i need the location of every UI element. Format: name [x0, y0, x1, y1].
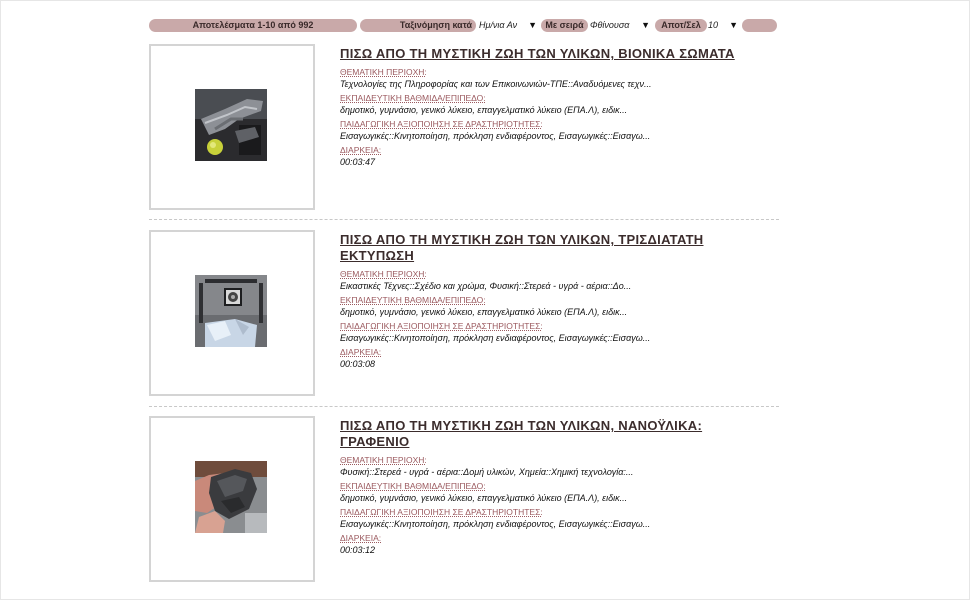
level-value: δημοτικό, γυμνάσιο, γενικό λύκειο, επαγγ…: [340, 493, 628, 503]
use-value: Εισαγωγικές::Κινητοποίηση, πρόκληση ενδι…: [340, 131, 651, 141]
level-value: δημοτικό, γυμνάσιο, γενικό λύκειο, επαγγ…: [340, 307, 628, 317]
sort-label: Ταξινόμηση κατά: [360, 19, 476, 32]
order-label: Με σειρά: [541, 19, 588, 32]
duration-value: 00:03:08: [340, 359, 376, 369]
use-label: ΠΑΙΔΑΓΩΓΙΚΗ ΑΞΙΟΠΟΙΗΣΗ ΣΕ ΔΡΑΣΤΗΡΙΟΤΗΤΕΣ…: [340, 507, 543, 517]
use-value: Εισαγωγικές::Κινητοποίηση, πρόκληση ενδι…: [340, 519, 651, 529]
results-count: Αποτελέσματα 1-10 από 992: [149, 19, 357, 32]
robotic-hand-thumbnail[interactable]: [195, 89, 267, 161]
sort-select[interactable]: Ημ/νια Αν ▼: [479, 19, 539, 32]
chevron-down-icon: ▼: [528, 20, 537, 30]
subject-label: ΘΕΜΑΤΙΚΗ ΠΕΡΙΟΧΗ:: [340, 455, 427, 465]
graphite-rock-thumbnail[interactable]: [195, 461, 267, 533]
result-title-link[interactable]: ΠΙΣΩ ΑΠΟ ΤΗ ΜΥΣΤΙΚΗ ΖΩΗ ΤΩΝ ΥΛΙΚΩΝ, ΝΑΝΟ…: [340, 418, 770, 450]
duration-label: ΔΙΑΡΚΕΙΑ:: [340, 533, 382, 543]
level-label: ΕΚΠΑΙΔΕΥΤΙΚΗ ΒΑΘΜΙΔΑ/ΕΠΙΠΕΔΟ:: [340, 93, 486, 103]
result-thumbnail-frame[interactable]: [149, 44, 315, 210]
subject-value: Εικαστικές Τέχνες::Σχέδιο και χρώμα, Φυσ…: [340, 281, 632, 291]
use-label: ΠΑΙΔΑΓΩΓΙΚΗ ΑΞΙΟΠΟΙΗΣΗ ΣΕ ΔΡΑΣΤΗΡΙΟΤΗΤΕΣ…: [340, 119, 543, 129]
result-info: ΠΙΣΩ ΑΠΟ ΤΗ ΜΥΣΤΙΚΗ ΖΩΗ ΤΩΝ ΥΛΙΚΩΝ, ΝΑΝΟ…: [340, 418, 770, 559]
subject-value: Φυσική::Στερεά - υγρά - αέρια::Δομή υλικ…: [340, 467, 634, 477]
results-toolbar: Αποτελέσματα 1-10 από 992 Ταξινόμηση κατ…: [149, 19, 777, 33]
subject-label: ΘΕΜΑΤΙΚΗ ΠΕΡΙΟΧΗ:: [340, 67, 427, 77]
subject-value: Τεχνολογίες της Πληροφορίας και των Επικ…: [340, 79, 652, 89]
per-page-select[interactable]: 10 ▼: [708, 19, 740, 32]
toolbar-end-cap: [742, 19, 777, 32]
result-item: ΠΙΣΩ ΑΠΟ ΤΗ ΜΥΣΤΙΚΗ ΖΩΗ ΤΩΝ ΥΛΙΚΩΝ, ΤΡΙΣ…: [149, 230, 779, 398]
order-select[interactable]: Φθίνουσα ▼: [590, 19, 652, 32]
order-select-value: Φθίνουσα: [590, 20, 630, 30]
result-info: ΠΙΣΩ ΑΠΟ ΤΗ ΜΥΣΤΙΚΗ ΖΩΗ ΤΩΝ ΥΛΙΚΩΝ, ΤΡΙΣ…: [340, 232, 770, 373]
result-title-link[interactable]: ΠΙΣΩ ΑΠΟ ΤΗ ΜΥΣΤΙΚΗ ΖΩΗ ΤΩΝ ΥΛΙΚΩΝ, ΒΙΟΝ…: [340, 46, 770, 62]
duration-value: 00:03:12: [340, 545, 376, 555]
result-item: ΠΙΣΩ ΑΠΟ ΤΗ ΜΥΣΤΙΚΗ ΖΩΗ ΤΩΝ ΥΛΙΚΩΝ, ΝΑΝΟ…: [149, 416, 779, 584]
duration-label: ΔΙΑΡΚΕΙΑ:: [340, 145, 382, 155]
result-thumbnail-frame[interactable]: [149, 416, 315, 582]
duration-value: 00:03:47: [340, 157, 376, 167]
chevron-down-icon: ▼: [729, 20, 738, 30]
result-info: ΠΙΣΩ ΑΠΟ ΤΗ ΜΥΣΤΙΚΗ ΖΩΗ ΤΩΝ ΥΛΙΚΩΝ, ΒΙΟΝ…: [340, 46, 770, 171]
level-label: ΕΚΠΑΙΔΕΥΤΙΚΗ ΒΑΘΜΙΔΑ/ΕΠΙΠΕΔΟ:: [340, 481, 486, 491]
chevron-down-icon: ▼: [641, 20, 650, 30]
use-label: ΠΑΙΔΑΓΩΓΙΚΗ ΑΞΙΟΠΟΙΗΣΗ ΣΕ ΔΡΑΣΤΗΡΙΟΤΗΤΕΣ…: [340, 321, 543, 331]
result-divider: [149, 406, 779, 407]
result-thumbnail-frame[interactable]: [149, 230, 315, 396]
per-page-select-value: 10: [708, 20, 719, 30]
duration-label: ΔΙΑΡΚΕΙΑ:: [340, 347, 382, 357]
use-value: Εισαγωγικές::Κινητοποίηση, πρόκληση ενδι…: [340, 333, 651, 343]
subject-label: ΘΕΜΑΤΙΚΗ ΠΕΡΙΟΧΗ:: [340, 269, 427, 279]
result-item: ΠΙΣΩ ΑΠΟ ΤΗ ΜΥΣΤΙΚΗ ΖΩΗ ΤΩΝ ΥΛΙΚΩΝ, ΒΙΟΝ…: [149, 44, 779, 212]
sort-select-value: Ημ/νια Αν: [479, 20, 518, 30]
level-label: ΕΚΠΑΙΔΕΥΤΙΚΗ ΒΑΘΜΙΔΑ/ΕΠΙΠΕΔΟ:: [340, 295, 486, 305]
result-divider: [149, 219, 779, 220]
per-page-label: Αποτ/Σελ: [655, 19, 707, 32]
level-value: δημοτικό, γυμνάσιο, γενικό λύκειο, επαγγ…: [340, 105, 628, 115]
3d-printer-thumbnail[interactable]: [195, 275, 267, 347]
result-title-link[interactable]: ΠΙΣΩ ΑΠΟ ΤΗ ΜΥΣΤΙΚΗ ΖΩΗ ΤΩΝ ΥΛΙΚΩΝ, ΤΡΙΣ…: [340, 232, 770, 264]
